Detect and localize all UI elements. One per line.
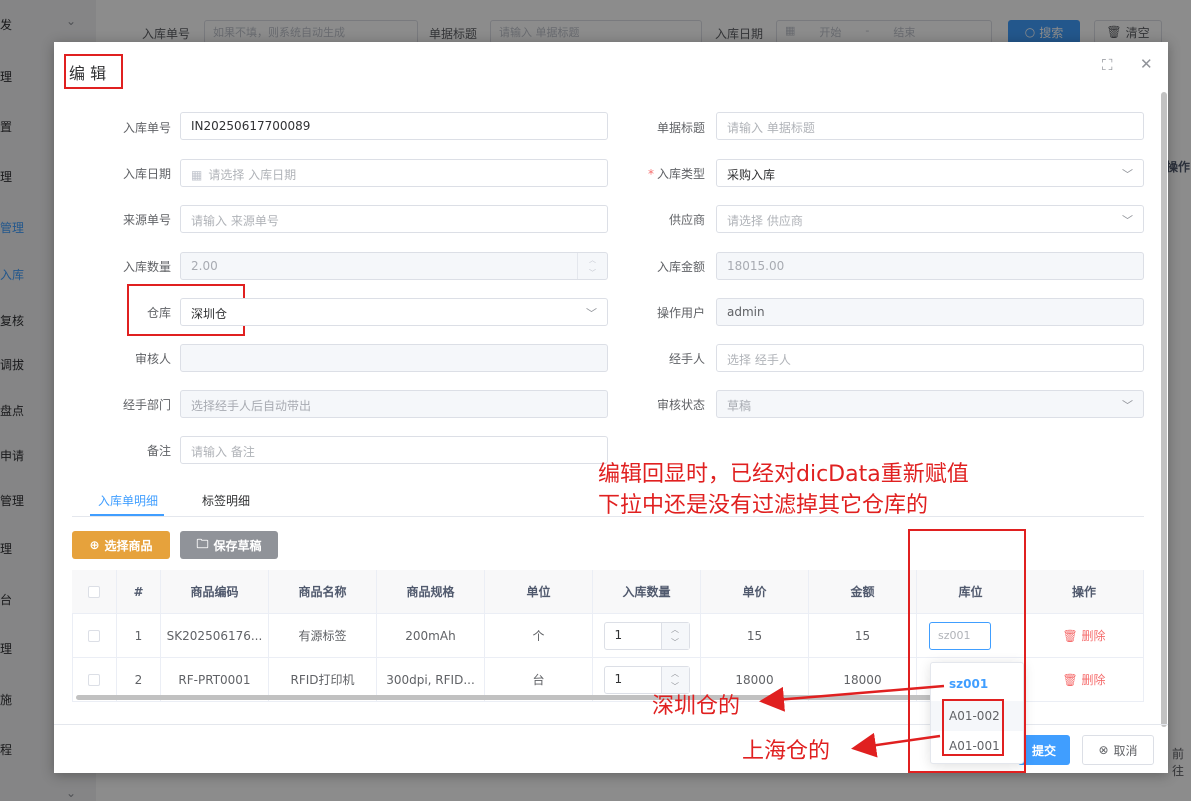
annotation-arrows xyxy=(759,684,945,758)
arrow-to-shenzhen xyxy=(759,684,945,712)
arrow-to-shanghai xyxy=(851,732,941,758)
